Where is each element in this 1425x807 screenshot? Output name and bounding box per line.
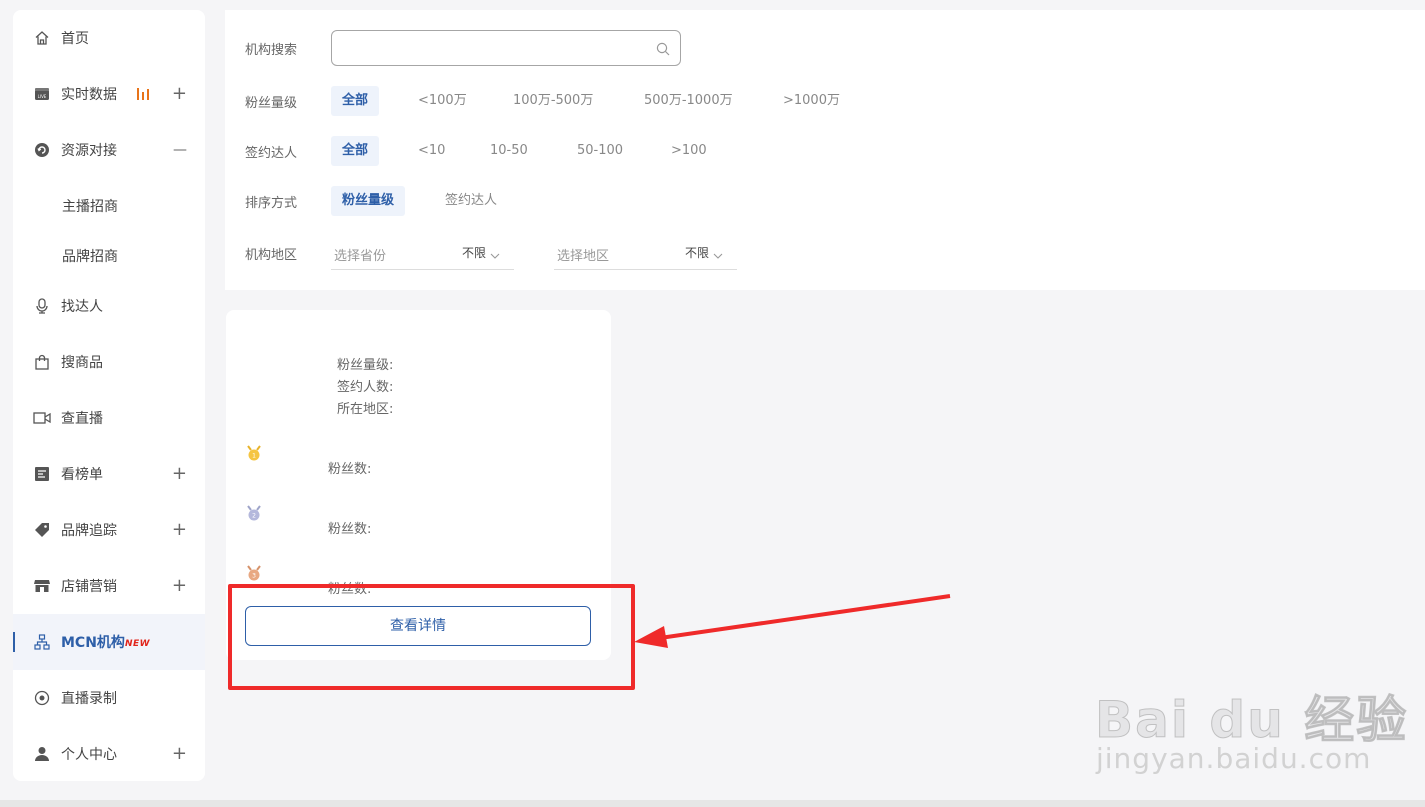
shopping-bag-icon	[33, 353, 51, 371]
sidebar-item-label: 找达人	[61, 299, 103, 315]
live-data-icon: LIVE	[33, 85, 51, 103]
fans-level-label: 粉丝量级	[245, 96, 298, 111]
svg-text:3: 3	[252, 573, 256, 580]
new-badge: NEW	[125, 639, 151, 649]
sidebar-item-profile[interactable]: 个人中心 +	[13, 726, 205, 782]
signed-talent-label: 签约达人	[245, 146, 298, 161]
fans-option-all[interactable]: 全部	[331, 86, 380, 116]
tag-icon	[33, 521, 51, 539]
resource-icon	[33, 141, 51, 159]
card-region-label: 所在地区:	[337, 402, 394, 417]
video-icon	[33, 409, 51, 427]
svg-text:2: 2	[252, 513, 256, 520]
bar-chart-icon	[137, 88, 149, 100]
sidebar-item-check-live[interactable]: 查直播	[13, 390, 205, 446]
sidebar-item-mcn[interactable]: MCN机构 NEW	[13, 614, 205, 670]
province-placeholder: 选择省份	[334, 249, 387, 264]
org-search-input[interactable]	[342, 31, 652, 65]
sidebar-item-find-talent[interactable]: 找达人	[13, 278, 205, 334]
area-select[interactable]: 选择地区 不限	[554, 240, 737, 270]
sort-label: 排序方式	[245, 196, 298, 211]
sidebar-item-brand-tracking[interactable]: 品牌追踪 +	[13, 502, 205, 558]
store-icon	[33, 577, 51, 595]
active-indicator	[13, 632, 15, 652]
sidebar-item-label: 查直播	[61, 411, 103, 427]
svg-text:1: 1	[252, 453, 256, 460]
user-icon	[33, 745, 51, 763]
collapse-icon[interactable]: —	[173, 143, 187, 157]
expand-icon[interactable]: +	[172, 465, 187, 483]
chevron-down-icon	[490, 248, 500, 263]
highlight-box	[228, 584, 635, 690]
card-signed-count-label: 签约人数:	[337, 380, 394, 395]
search-label: 机构搜索	[245, 43, 298, 58]
home-icon	[33, 29, 51, 47]
sidebar-item-label: 品牌招商	[62, 249, 118, 265]
expand-icon[interactable]: +	[172, 85, 187, 103]
fans-option-lt100w[interactable]: <100万	[418, 86, 467, 116]
filter-panel: 机构搜索 粉丝量级 全部 <100万 100万-500万 500万-1000万 …	[225, 10, 1425, 290]
sidebar-item-label: 首页	[61, 31, 89, 47]
annotation-arrow-icon	[634, 594, 951, 648]
sort-option-fans[interactable]: 粉丝量级	[331, 186, 406, 216]
sidebar-item-label: 实时数据	[61, 87, 117, 103]
sidebar-item-label: 直播录制	[61, 691, 117, 707]
talent-2-fans-label: 粉丝数:	[328, 522, 372, 537]
gold-medal-icon: 1	[247, 445, 261, 461]
sidebar-item-rankings[interactable]: 看榜单 +	[13, 446, 205, 502]
signed-option-all[interactable]: 全部	[331, 136, 380, 166]
signed-option-gt100[interactable]: >100	[671, 136, 707, 166]
sidebar-item-label: 搜商品	[61, 355, 103, 371]
chevron-down-icon	[713, 248, 723, 263]
org-search-box[interactable]	[331, 30, 681, 66]
card-fans-level-label: 粉丝量级:	[337, 358, 394, 373]
fans-option-100w-500w[interactable]: 100万-500万	[513, 86, 593, 116]
org-icon	[33, 633, 51, 651]
silver-medal-icon: 2	[247, 505, 261, 521]
expand-icon[interactable]: +	[172, 745, 187, 763]
sidebar-item-label: 品牌追踪	[61, 523, 117, 539]
bronze-medal-icon: 3	[247, 565, 261, 581]
sidebar-item-resource[interactable]: 资源对接 —	[13, 122, 205, 178]
sidebar-item-brand-recruit[interactable]: 品牌招商	[13, 228, 205, 284]
area-value: 不限	[684, 246, 709, 260]
sidebar-item-label: 资源对接	[61, 143, 117, 159]
sidebar-item-anchor-recruit[interactable]: 主播招商	[13, 178, 205, 234]
bottom-strip	[0, 800, 1425, 807]
sidebar: 首页 LIVE 实时数据 + 资源对接 — 主播招商 品牌招商 找达人 搜商品	[13, 10, 205, 781]
svg-text:LIVE: LIVE	[38, 94, 47, 99]
chart-list-icon	[33, 465, 51, 483]
fans-option-500w-1000w[interactable]: 500万-1000万	[644, 86, 733, 116]
record-icon	[33, 689, 51, 707]
region-label: 机构地区	[245, 248, 298, 263]
area-placeholder: 选择地区	[557, 249, 610, 264]
search-icon[interactable]	[656, 41, 670, 60]
sidebar-item-label: MCN机构	[61, 635, 125, 651]
sidebar-item-label: 主播招商	[62, 199, 118, 215]
province-value: 不限	[461, 246, 486, 260]
sort-option-signed[interactable]: 签约达人	[445, 186, 497, 216]
sidebar-item-label: 店铺营销	[61, 579, 117, 595]
sidebar-item-live-data[interactable]: LIVE 实时数据 +	[13, 66, 205, 122]
province-select[interactable]: 选择省份 不限	[331, 240, 514, 270]
expand-icon[interactable]: +	[172, 521, 187, 539]
talent-1-fans-label: 粉丝数:	[328, 462, 372, 477]
sidebar-item-search-goods[interactable]: 搜商品	[13, 334, 205, 390]
fans-option-gt1000w[interactable]: >1000万	[783, 86, 840, 116]
signed-option-10-50[interactable]: 10-50	[490, 136, 528, 166]
sidebar-item-home[interactable]: 首页	[13, 10, 205, 66]
sidebar-item-store-marketing[interactable]: 店铺营销 +	[13, 558, 205, 614]
signed-option-lt10[interactable]: <10	[418, 136, 445, 166]
sidebar-item-label: 个人中心	[61, 747, 117, 763]
signed-option-50-100[interactable]: 50-100	[577, 136, 623, 166]
baidu-watermark-text: jingyan.baidu.com	[1096, 742, 1372, 775]
expand-icon[interactable]: +	[172, 577, 187, 595]
microphone-icon	[33, 297, 51, 315]
sidebar-item-live-record[interactable]: 直播录制	[13, 670, 205, 726]
sidebar-item-label: 看榜单	[61, 467, 103, 483]
